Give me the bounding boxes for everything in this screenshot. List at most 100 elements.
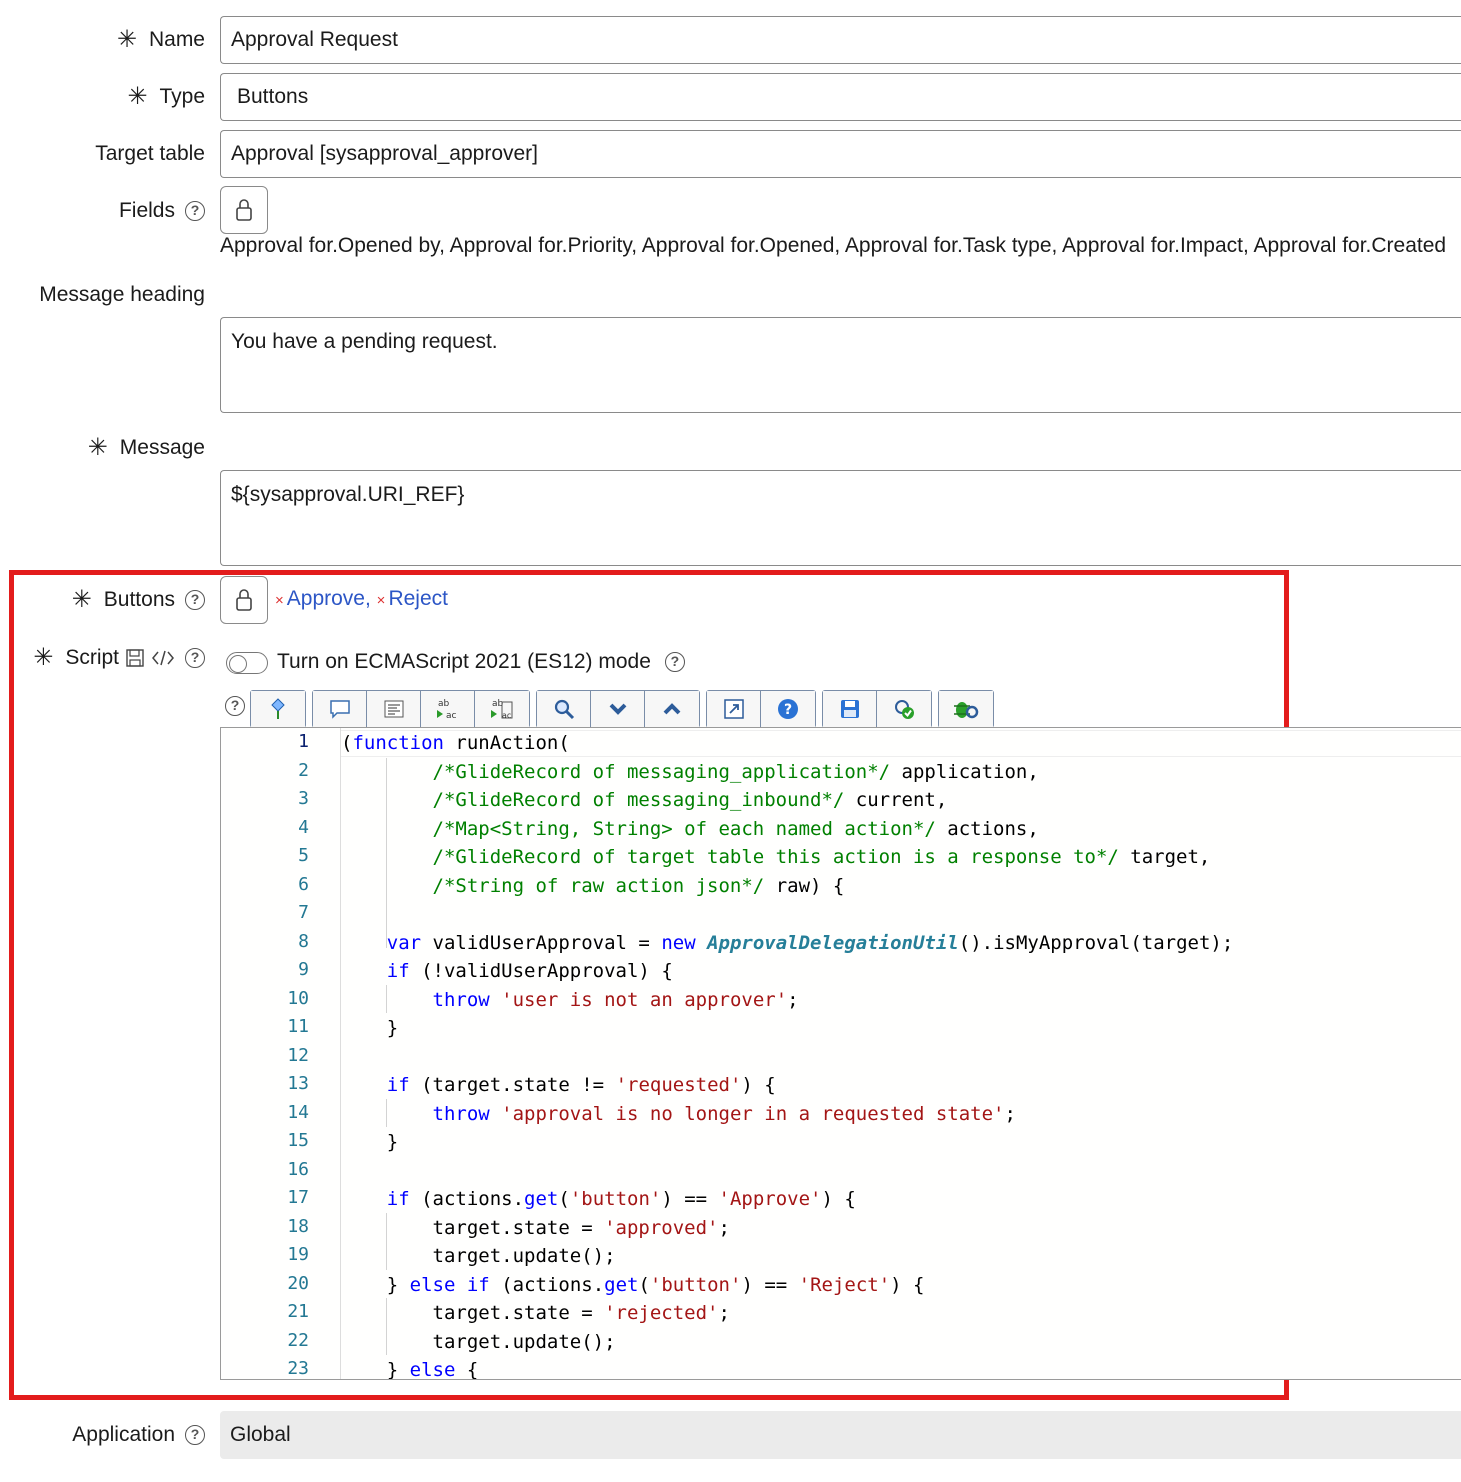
line-number: 10 [287, 987, 309, 1009]
align-icon [384, 700, 403, 718]
chip-reject[interactable]: Reject [388, 587, 448, 610]
save-script-icon[interactable] [125, 648, 145, 668]
fields-label-text: Fields [118, 199, 175, 222]
save-button[interactable] [823, 691, 877, 727]
help-icon: ? [778, 699, 798, 719]
fields-lock-button[interactable] [220, 186, 268, 234]
line-number: 20 [287, 1272, 309, 1294]
name-input[interactable]: Approval Request [220, 16, 1461, 64]
remove-chip-icon[interactable]: × [377, 592, 386, 609]
toolbar-group-edit: ab ac ab ac [312, 690, 530, 728]
help-icon[interactable]: ? [664, 652, 685, 672]
chip-separator: , [364, 587, 371, 610]
code-line: target.state = 'approved'; [341, 1216, 730, 1239]
type-select[interactable]: Buttons [220, 73, 1461, 121]
buttons-chips: × Approve, × Reject [275, 587, 448, 611]
replace-icon: ab ac [436, 699, 457, 721]
debug-icon [954, 702, 979, 719]
line-number: 12 [287, 1044, 309, 1066]
required-icon: ✳ [71, 586, 92, 613]
code-line: if (actions.get('button') == 'Approve') … [386, 1188, 856, 1210]
application-label: Application ? [72, 1421, 205, 1449]
fullscreen-button[interactable] [707, 691, 761, 727]
line-number: 17 [287, 1187, 309, 1208]
message-textarea[interactable]: ${sysapproval.URI_REF} [220, 470, 1461, 566]
editor-toolbar: ab ac ab ac ? [250, 690, 994, 728]
fields-list: Approval for.Opened by, Approval for.Pri… [220, 234, 1447, 257]
find-next-button[interactable] [591, 691, 645, 727]
message-heading-value: You have a pending request. [231, 330, 498, 353]
line-number: 11 [287, 1016, 309, 1037]
buttons-label-text: Buttons [103, 588, 175, 611]
code-line: /*String of raw action json*/ raw) { [432, 874, 845, 897]
message-label: ✳ Message [88, 434, 205, 462]
target-table-input[interactable]: Approval [sysapproval_approver] [220, 130, 1461, 178]
check-syntax-icon [895, 700, 914, 719]
fields-label: Fields ? [119, 197, 205, 225]
code-line: target.state = 'rejected'; [341, 1302, 730, 1324]
editor-help-icon[interactable]: ? [225, 696, 245, 716]
toolbar-group-save [822, 690, 932, 728]
line-number: 1 [298, 731, 309, 752]
required-icon: ✳ [127, 83, 148, 110]
help-icon[interactable]: ? [185, 648, 205, 668]
code-line: /*GlideRecord of target table this actio… [432, 846, 1211, 868]
help-icon[interactable]: ? [185, 590, 205, 610]
toolbar-group-format [250, 690, 306, 728]
svg-text:ac: ac [446, 711, 457, 721]
next-icon [609, 703, 626, 715]
remove-chip-icon[interactable]: × [275, 592, 284, 609]
line-number: 8 [298, 930, 309, 952]
help-icon[interactable]: ? [185, 201, 205, 221]
line-number: 7 [298, 902, 309, 923]
line-number: 9 [298, 959, 309, 980]
es12-toggle[interactable] [226, 652, 268, 674]
message-heading-label-text: Message heading [39, 283, 205, 306]
script-label: ✳ Script ? [33, 644, 205, 672]
code-line: /*GlideRecord of messaging_application*/… [432, 760, 1039, 783]
format-code-button[interactable] [251, 691, 305, 727]
script-editor[interactable]: (function runAction( /*GlideRecord of me… [220, 727, 1461, 1380]
svg-text:ab: ab [438, 699, 450, 709]
message-heading-textarea[interactable]: You have a pending request. [220, 317, 1461, 413]
line-number: 21 [287, 1301, 309, 1322]
code-line: throw 'user is not an approver'; [432, 988, 799, 1011]
comment-button[interactable] [313, 691, 367, 727]
buttons-label: ✳ Buttons ? [72, 586, 205, 614]
find-previous-button[interactable] [645, 691, 699, 727]
line-number: 13 [287, 1073, 309, 1094]
code-line: if (target.state != 'requested') { [386, 1074, 776, 1096]
type-label: ✳ Type [127, 83, 205, 111]
name-value: Approval Request [231, 28, 398, 51]
chip-approve[interactable]: Approve [287, 587, 365, 610]
application-label-text: Application [72, 1423, 175, 1446]
line-number: 5 [298, 845, 309, 866]
debug-button[interactable] [939, 691, 993, 727]
application-value: Global [230, 1423, 291, 1446]
code-line: if (!validUserApproval) { [386, 960, 673, 982]
line-number: 4 [298, 816, 309, 838]
line-number: 19 [287, 1244, 309, 1265]
help-icon[interactable]: ? [185, 1425, 205, 1445]
name-label: ✳ Name [117, 26, 205, 54]
message-label-text: Message [119, 436, 205, 459]
comment-icon [329, 700, 350, 719]
required-icon: ✳ [33, 644, 54, 671]
script-help-button[interactable]: ? [761, 691, 815, 727]
code-line: } else if (actions.get('button') == 'Rej… [341, 1273, 925, 1296]
search-button[interactable] [537, 691, 591, 727]
replace-button[interactable]: ab ac [421, 691, 475, 727]
line-number: 22 [287, 1329, 309, 1351]
align-button[interactable] [367, 691, 421, 727]
search-icon [554, 699, 574, 720]
line-number: 18 [287, 1215, 309, 1237]
code-line: /*GlideRecord of messaging_inbound*/ cur… [432, 789, 948, 811]
save-icon [840, 700, 859, 718]
type-value: Buttons [237, 85, 309, 108]
replace-all-icon: abac [491, 699, 513, 720]
buttons-lock-button[interactable] [220, 576, 268, 624]
line-number: 3 [298, 788, 309, 809]
check-syntax-button[interactable] [877, 691, 931, 727]
code-icon[interactable] [151, 648, 175, 668]
replace-all-button[interactable]: ab ac [475, 691, 529, 727]
